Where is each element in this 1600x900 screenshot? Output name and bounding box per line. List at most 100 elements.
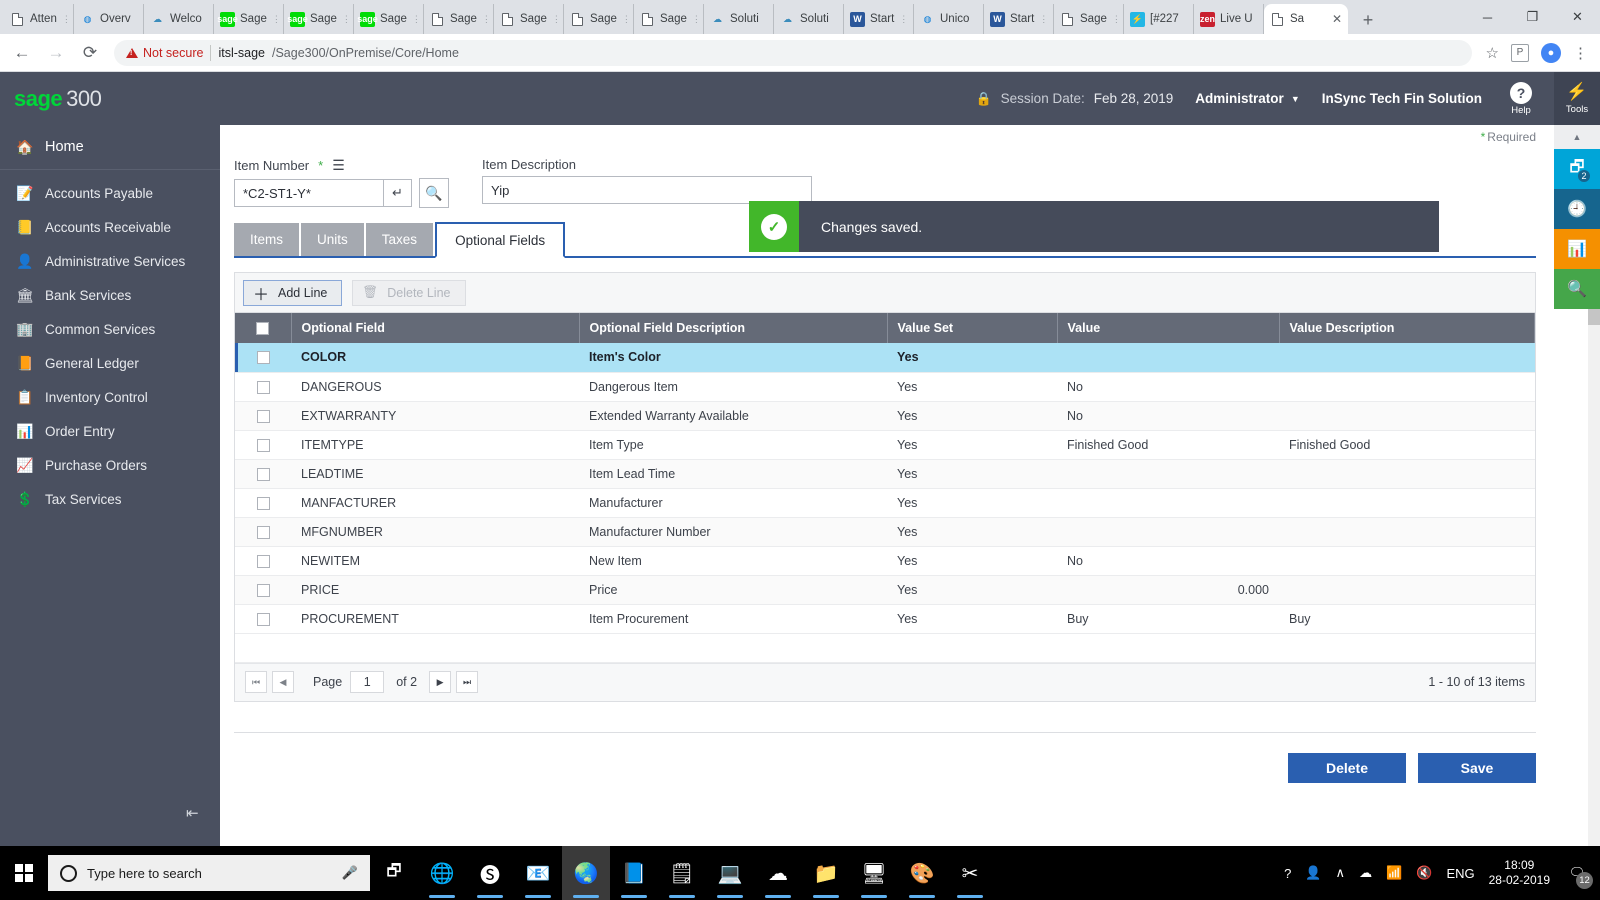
column-header-value-description[interactable]: Value Description: [1279, 313, 1535, 343]
checkbox[interactable]: [256, 322, 269, 335]
tab-items[interactable]: Items: [234, 223, 301, 256]
not-secure-indicator[interactable]: Not secure: [126, 46, 203, 60]
minimize-button[interactable]: ─: [1465, 0, 1510, 34]
browser-tab[interactable]: sageSage⋮: [284, 4, 354, 34]
checkbox[interactable]: [257, 584, 270, 597]
checkbox[interactable]: [257, 381, 270, 394]
search-icon[interactable]: 🔍: [1554, 269, 1600, 309]
task-view-icon[interactable]: 🗗: [370, 846, 418, 900]
browser-tab[interactable]: Sage⋮: [494, 4, 564, 34]
select-all-header[interactable]: [235, 313, 291, 343]
sidebar-collapse-icon[interactable]: ⇤: [186, 804, 199, 822]
row-checkbox-cell[interactable]: [235, 604, 291, 633]
first-page-button[interactable]: ⏮: [245, 671, 267, 693]
table-row[interactable]: NEWITEM New Item Yes No: [235, 546, 1535, 575]
forward-icon[interactable]: →: [46, 43, 66, 63]
checkbox[interactable]: [257, 410, 270, 423]
checkbox[interactable]: [257, 555, 270, 568]
tab-optional-fields[interactable]: Optional Fields: [435, 222, 565, 258]
table-row[interactable]: EXTWARRANTY Extended Warranty Available …: [235, 401, 1535, 430]
onedrive-tray-icon[interactable]: ☁: [1359, 865, 1372, 881]
teamviewer-icon[interactable]: 🖥: [850, 846, 898, 900]
people-icon[interactable]: 👤: [1305, 865, 1321, 881]
reload-icon[interactable]: ⟳: [80, 43, 100, 63]
taskbar-search[interactable]: Type here to search 🎤: [48, 855, 370, 891]
notification-center-icon[interactable]: 🗨 12: [1564, 860, 1590, 886]
last-page-button[interactable]: ⏭: [456, 671, 478, 693]
next-page-button[interactable]: ▶: [429, 671, 451, 693]
column-header-optional-field-description[interactable]: Optional Field Description: [579, 313, 887, 343]
sidebar-item-accounts-receivable[interactable]: 📒Accounts Receivable: [0, 210, 220, 244]
show-hidden-icons[interactable]: ∧: [1336, 865, 1346, 881]
item-description-input[interactable]: Yip: [482, 176, 812, 204]
snipping-tool-icon[interactable]: ✂: [946, 846, 994, 900]
row-checkbox-cell[interactable]: [235, 459, 291, 488]
onedrive-icon[interactable]: ☁: [754, 846, 802, 900]
browser-tab[interactable]: ☁Soluti: [774, 4, 844, 34]
paint-icon[interactable]: 🎨: [898, 846, 946, 900]
sidebar-item-accounts-payable[interactable]: 📝Accounts Payable: [0, 176, 220, 210]
chrome-icon[interactable]: 🌏: [562, 846, 610, 900]
volume-muted-icon[interactable]: 🔇: [1416, 865, 1432, 881]
close-icon[interactable]: ✕: [1332, 12, 1342, 26]
row-checkbox-cell[interactable]: [235, 401, 291, 430]
row-checkbox-cell[interactable]: [235, 575, 291, 604]
page-number-input[interactable]: 1: [350, 671, 384, 693]
start-button[interactable]: [0, 846, 48, 900]
checkbox[interactable]: [257, 439, 270, 452]
sidebar-item-purchase-orders[interactable]: 📈Purchase Orders: [0, 448, 220, 482]
file-explorer-icon[interactable]: 📁: [802, 846, 850, 900]
microphone-icon[interactable]: 🎤: [342, 865, 358, 881]
browser-tab[interactable]: Sage⋮: [634, 4, 704, 34]
delete-button[interactable]: Delete: [1288, 753, 1406, 783]
table-row[interactable]: MANFACTURER Manufacturer Yes: [235, 488, 1535, 517]
row-checkbox-cell[interactable]: [235, 343, 291, 372]
finder-menu-icon[interactable]: ☰: [332, 157, 345, 174]
back-icon[interactable]: ←: [12, 43, 32, 63]
table-row[interactable]: MFGNUMBER Manufacturer Number Yes: [235, 517, 1535, 546]
delete-line-button[interactable]: 🗑 Delete Line: [352, 280, 465, 306]
scroll-up-icon[interactable]: ▲: [1554, 125, 1600, 149]
help-button[interactable]: ? Help: [1510, 82, 1532, 116]
edge-icon[interactable]: 🌐: [418, 846, 466, 900]
browser-tab[interactable]: Atten⋮: [4, 4, 74, 34]
sidebar-item-order-entry[interactable]: 📊Order Entry: [0, 414, 220, 448]
browser-tab-active[interactable]: Sa✕: [1264, 4, 1348, 34]
sticky-notes-icon[interactable]: 🗒: [658, 846, 706, 900]
row-checkbox-cell[interactable]: [235, 430, 291, 459]
wifi-icon[interactable]: 📶: [1386, 865, 1402, 881]
browser-tab[interactable]: sageSage⋮: [214, 4, 284, 34]
profile-badge[interactable]: P: [1511, 44, 1529, 62]
column-header-value[interactable]: Value: [1057, 313, 1279, 343]
checkbox[interactable]: [257, 526, 270, 539]
browser-tab[interactable]: WStart⋮: [984, 4, 1054, 34]
table-row[interactable]: PRICE Price Yes 0.000: [235, 575, 1535, 604]
help-icon[interactable]: ?: [1284, 866, 1291, 881]
sidebar-item-administrative-services[interactable]: 👤Administrative Services: [0, 244, 220, 278]
remote-desktop-icon[interactable]: 💻: [706, 846, 754, 900]
row-checkbox-cell[interactable]: [235, 517, 291, 546]
clock[interactable]: 18:09 28-02-2019: [1489, 858, 1550, 888]
add-line-button[interactable]: ＋ Add Line: [243, 280, 342, 306]
table-row[interactable]: COLOR Item's Color Yes: [235, 343, 1535, 372]
browser-tab[interactable]: zenLive U: [1194, 4, 1264, 34]
row-checkbox-cell[interactable]: [235, 488, 291, 517]
search-icon[interactable]: 🔍: [419, 178, 449, 208]
table-row[interactable]: DANGEROUS Dangerous Item Yes No: [235, 372, 1535, 401]
browser-tab[interactable]: Sage⋮: [564, 4, 634, 34]
sidebar-item-general-ledger[interactable]: 📙General Ledger: [0, 346, 220, 380]
skype-icon[interactable]: 🅢: [466, 846, 514, 900]
sidebar-item-common-services[interactable]: 🏢Common Services: [0, 312, 220, 346]
enter-icon[interactable]: ↵: [384, 179, 412, 207]
save-button[interactable]: Save: [1418, 753, 1536, 783]
browser-tab[interactable]: sageSage⋮: [354, 4, 424, 34]
checkbox[interactable]: [257, 351, 270, 364]
language-indicator[interactable]: ENG: [1446, 866, 1474, 881]
outlook-icon[interactable]: 📧: [514, 846, 562, 900]
chrome-menu-icon[interactable]: ⋮: [1573, 44, 1588, 62]
sidebar-item-inventory-control[interactable]: 📋Inventory Control: [0, 380, 220, 414]
sidebar-item-home[interactable]: 🏠 Home: [0, 125, 220, 170]
browser-tab[interactable]: WStart⋮: [844, 4, 914, 34]
browser-tab[interactable]: ◍Unico: [914, 4, 984, 34]
address-bar[interactable]: Not secure itsl-sage/Sage300/OnPremise/C…: [114, 40, 1472, 66]
